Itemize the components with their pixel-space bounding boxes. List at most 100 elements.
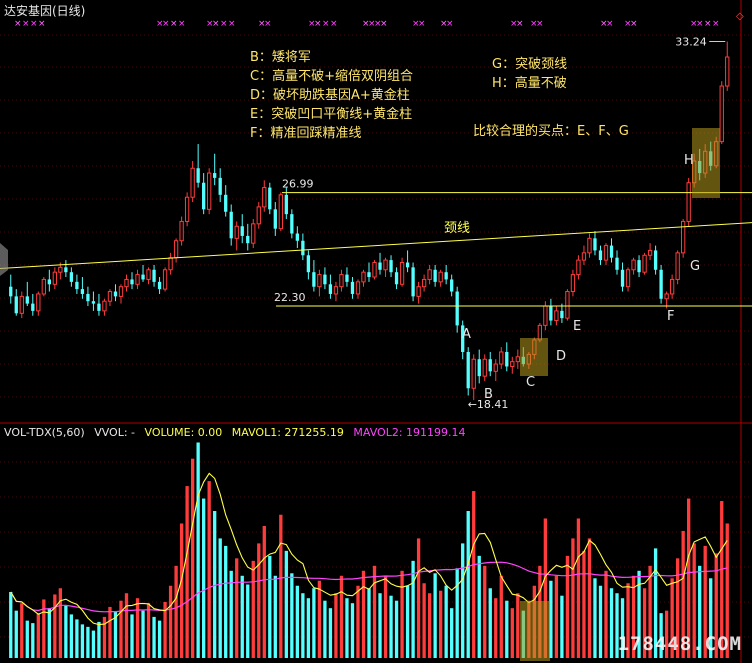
volume-bar-down [461, 543, 465, 658]
volume-bar-up [499, 575, 503, 658]
event-marker: × [630, 19, 638, 29]
candle-body-down [47, 279, 51, 285]
event-marker: × [22, 19, 30, 29]
volume-bar-down [312, 588, 316, 658]
volume-bar-down [593, 578, 597, 658]
candle-body-up [256, 206, 261, 225]
volume-bar-up [168, 585, 173, 658]
candle-body-up [361, 271, 366, 283]
candle-body-up [576, 259, 581, 276]
candle-body-up [421, 278, 427, 288]
volume-bar-down [394, 600, 399, 658]
volume-bar-up [587, 538, 592, 658]
candle-body-up [124, 278, 129, 288]
event-marker: × [170, 19, 178, 29]
candle-body-down [466, 351, 470, 389]
volume-bar-up [179, 523, 184, 658]
candle-body-down [9, 286, 13, 297]
volume-bar-down [455, 568, 459, 658]
event-marker: × [696, 19, 704, 29]
candle-body-up [631, 259, 636, 271]
candle-body-up [438, 271, 443, 283]
volume-bar-up [36, 613, 40, 658]
candle-body-down [31, 303, 35, 311]
event-marker: × [220, 19, 228, 29]
candle-body-down [141, 274, 145, 280]
candle-body-down [659, 269, 663, 299]
event-marker: × [162, 19, 170, 29]
candle-body-down [25, 296, 29, 304]
zone-c [520, 338, 548, 376]
candle-body-up [669, 278, 675, 295]
candle-body-up [647, 249, 653, 256]
volume-bar-down [240, 575, 244, 658]
volume-bar-up [427, 593, 432, 658]
volume-bar-down [80, 624, 85, 658]
candle-body-up [355, 281, 361, 295]
candle-body-up [499, 351, 504, 365]
volume-bar-up [356, 585, 360, 658]
vol-mavol2: MAVOL2: 191199.14 [353, 426, 466, 439]
volume-bar-down [69, 614, 74, 658]
volume-bar-down [91, 630, 96, 658]
vol-vvol: VVOL: - [94, 426, 136, 439]
volume-bar-up [251, 560, 255, 658]
candle-body-down [615, 257, 619, 270]
candle-body-up [471, 358, 476, 389]
volume-bar-down [9, 591, 13, 658]
zone-c-volume [520, 601, 550, 661]
volume-bar-down [31, 623, 35, 658]
candle-body-down [455, 291, 459, 326]
volume-bar-down [157, 620, 162, 658]
event-marker: × [712, 19, 720, 29]
volume-bar-up [53, 594, 57, 658]
candle-body-down [213, 173, 217, 178]
candle-body-up [58, 266, 63, 273]
candle-body-down [405, 262, 410, 268]
candle-body-down [202, 182, 206, 210]
volume-bar-down [306, 598, 311, 658]
event-marker: × [178, 19, 186, 29]
candle-body-up [570, 274, 576, 293]
candle-body-up [581, 252, 587, 261]
volume-bar-down [25, 620, 29, 658]
candle-body-down [80, 289, 85, 294]
candle-body-up [339, 274, 344, 288]
volume-bar-down [609, 588, 614, 658]
candle-body-down [389, 260, 393, 273]
candle-body-down [444, 272, 448, 280]
candle-body-up [372, 262, 377, 278]
volume-bar-up [510, 608, 514, 658]
volume-bar-down [350, 603, 355, 658]
candle-body-down [653, 250, 658, 270]
candle-body-up [554, 310, 559, 322]
candle-body-up [179, 220, 184, 242]
candle-body-up [146, 269, 151, 280]
candle-body-up [36, 293, 41, 312]
volume-bar-up [124, 593, 129, 658]
candle-body-down [64, 267, 68, 273]
volume-bar-up [422, 583, 426, 658]
volume-bar-down [295, 585, 300, 658]
label-26-99: 26.99 [282, 178, 314, 191]
volume-bar-up [257, 543, 261, 658]
volume-bar-up [317, 580, 322, 658]
candle-body-down [598, 250, 603, 261]
volume-bar-down [229, 570, 233, 658]
volume-bar-up [20, 603, 24, 658]
volume-bar-up [438, 590, 443, 658]
event-marker: × [314, 19, 322, 29]
candle-body-up [262, 187, 267, 208]
volume-bar-down [213, 511, 217, 658]
candle-body-up [664, 293, 669, 300]
candle-body-down [290, 214, 294, 234]
candle-body-up [278, 194, 283, 230]
candle-body-up [543, 305, 548, 326]
chart-title: 达安基因(日线) [4, 4, 86, 18]
volume-bar-up [119, 600, 123, 658]
candle-body-down [609, 245, 614, 258]
candle-body-down [218, 177, 222, 195]
point-label-c: C [526, 375, 535, 390]
candle-body-down [488, 359, 492, 372]
volume-bar-down [130, 614, 134, 658]
